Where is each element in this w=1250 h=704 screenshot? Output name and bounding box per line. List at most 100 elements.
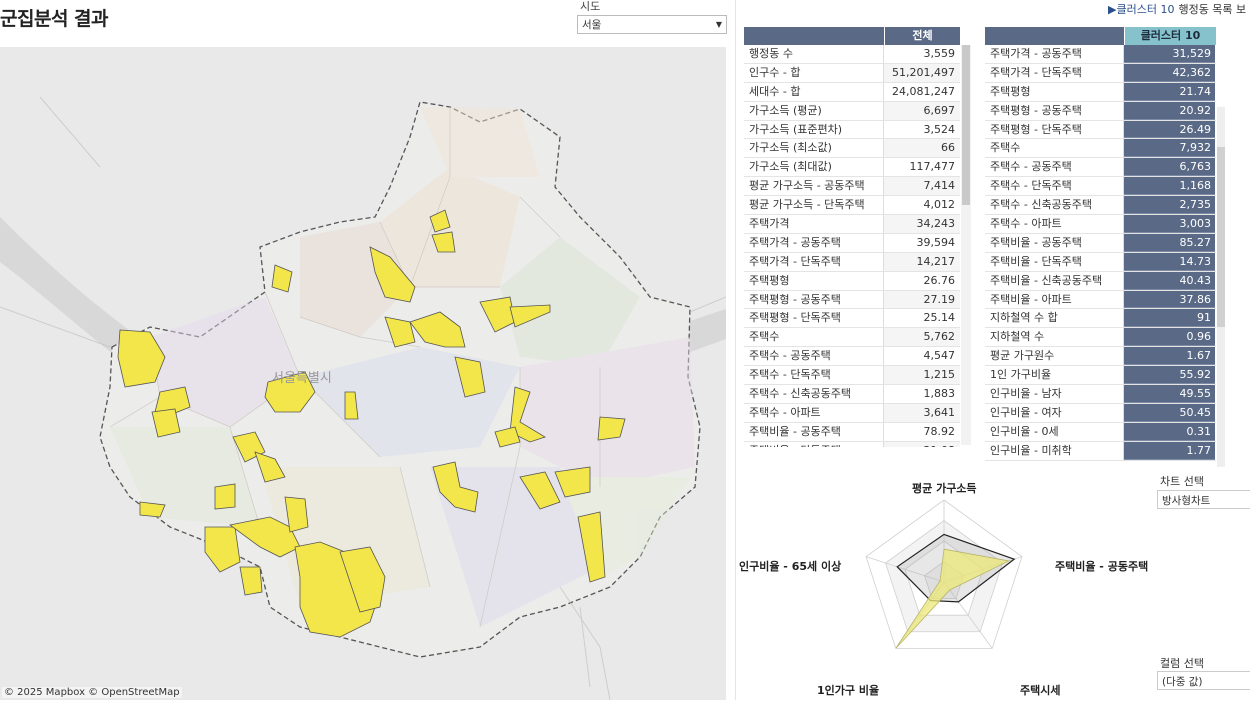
table-row[interactable]: 주택수 - 아파트 3,003 [985, 215, 1216, 234]
table-row[interactable]: 주택수 - 아파트 3,641 [744, 403, 960, 423]
table-row[interactable]: 주택비율 - 신축공동주택 40.43 [985, 271, 1216, 291]
row-label: 주택비율 - 신축공동주택 [985, 271, 1124, 290]
row-label: 주택가격 - 공동주택 [985, 45, 1124, 63]
row-value: 50.45 [1124, 403, 1215, 422]
table-row[interactable]: 주택수 - 단독주택 1,168 [985, 177, 1216, 197]
overall-header: 전체 [885, 27, 960, 45]
table-row[interactable]: 세대수 - 합 24,081,247 [744, 82, 960, 102]
row-label: 주택비율 - 아파트 [985, 290, 1124, 309]
row-label: 가구소득 (평균) [744, 101, 884, 120]
row-value: 85.27 [1124, 233, 1215, 252]
table-row[interactable]: 지하철역 수 합 91 [985, 309, 1216, 329]
row-label: 주택비율 - 단독주택 [985, 252, 1124, 271]
radar-axis-label: 주택비율 - 공동주택 [1055, 560, 1149, 573]
row-value: 14,217 [916, 254, 956, 268]
table-row[interactable]: 주택비율 - 아파트 37.86 [985, 290, 1216, 310]
table-row[interactable]: 주택가격 - 단독주택 42,362 [985, 63, 1216, 83]
row-label: 주택평형 [985, 82, 1124, 101]
row-label: 인구비율 - 0세 [985, 422, 1124, 441]
table-row[interactable]: 인구비율 - 0세 0.31 [985, 422, 1216, 442]
table-row[interactable]: 주택평형 - 공동주택 27.19 [744, 290, 960, 310]
table-row[interactable]: 가구소득 (표준편차) 3,524 [744, 120, 960, 140]
row-label: 주택비율 - 공동주택 [985, 233, 1124, 252]
table-row[interactable]: 주택가격 - 단독주택 14,217 [744, 252, 960, 272]
table-row[interactable]: 주택수 - 단독주택 1,215 [744, 366, 960, 386]
row-label: 주택가격 - 단독주택 [744, 252, 884, 271]
cluster-table-body: 주택가격 - 공동주택 31,529 주택가격 - 단독주택 42,362 주택평형 21… [985, 45, 1216, 461]
table-row[interactable]: 가구소득 (최대값) 117,477 [744, 158, 960, 178]
table-row[interactable]: 주택비율 - 공동주택 78.92 [744, 422, 960, 442]
table-row[interactable]: 가구소득 (최소값) 66 [744, 139, 960, 159]
table-row[interactable]: 평균 가구원수 1.67 [985, 347, 1216, 367]
row-value: 25.14 [923, 311, 956, 325]
row-label: 주택수 - 신축공동주택 [744, 385, 884, 403]
table-row[interactable]: 지하철역 수 0.96 [985, 328, 1216, 348]
radar-axis-label: 평균 가구소득 [912, 482, 977, 495]
scrollbar-thumb[interactable] [962, 45, 970, 205]
table-row[interactable]: 1인 가구비율 55.92 [985, 366, 1216, 386]
row-value: 21.74 [1124, 82, 1215, 101]
map-view[interactable]: 서울특별시 © 2025 Mapbox © OpenStreetMap [0, 47, 726, 700]
row-value: 26.49 [1124, 120, 1215, 139]
seoul-map: 서울특별시 [0, 96, 726, 700]
table-row[interactable]: 주택수 - 공동주택 6,763 [985, 158, 1216, 178]
row-label: 주택평형 - 공동주택 [744, 290, 884, 309]
table-row[interactable]: 주택가격 - 공동주택 31,529 [985, 45, 1216, 64]
map-attribution[interactable]: © 2025 Mapbox © OpenStreetMap [2, 687, 182, 698]
row-value: 0.96 [1124, 328, 1215, 347]
row-value: 66 [941, 141, 955, 155]
sido-dropdown[interactable]: 서울 ▼ [577, 15, 727, 34]
table-row[interactable]: 인구비율 - 여자 50.45 [985, 403, 1216, 423]
table-row[interactable]: 주택비율 - 단독주택 14.73 [985, 252, 1216, 272]
row-label: 가구소득 (최대값) [744, 158, 884, 177]
row-value: 31,529 [1124, 45, 1215, 63]
cluster-table-scrollbar[interactable] [1217, 107, 1225, 467]
table-row[interactable]: 가구소득 (평균) 6,697 [744, 101, 960, 121]
table-row[interactable]: 행정동 수 3,559 [744, 45, 960, 64]
table-row[interactable]: 주택평형 21.74 [985, 82, 1216, 102]
row-label: 지하철역 수 합 [985, 309, 1124, 328]
row-label: 주택수 - 단독주택 [985, 177, 1124, 196]
row-label: 주택비율 - 공동주택 [744, 422, 884, 441]
table-row[interactable]: 주택가격 34,243 [744, 215, 960, 234]
table-row[interactable]: 주택비율 - 단독주택21.08 [744, 441, 960, 447]
chart-select-dropdown[interactable]: 방사형차트 [1157, 490, 1250, 509]
column-select-dropdown[interactable]: (다중 값) [1157, 671, 1250, 690]
table-row[interactable]: 주택가격 - 공동주택 39,594 [744, 233, 960, 253]
table-row[interactable]: 평균 가구소득 - 공동주택 7,414 [744, 177, 960, 197]
table-row[interactable]: 주택평형 - 공동주택 20.92 [985, 101, 1216, 121]
table-row[interactable]: 주택평형 26.76 [744, 271, 960, 291]
table-row[interactable]: 주택수 - 신축공동주택 1,883 [744, 385, 960, 404]
table-row[interactable]: 평균 가구소득 - 단독주택 4,012 [744, 196, 960, 216]
table-row[interactable]: 주택수 5,762 [744, 328, 960, 348]
row-value: 21.08 [884, 442, 959, 447]
table-row[interactable]: 주택수 - 신축공동주택 2,735 [985, 196, 1216, 216]
overall-stats-table: 전체 행정동 수 3,559 인구수 - 합 51,201,497 세대수 - 합 24,… [744, 27, 976, 447]
row-label: 세대수 - 합 [744, 82, 884, 101]
table-row[interactable]: 인구비율 - 남자 49.55 [985, 385, 1216, 404]
row-label: 주택수 - 신축공동주택 [985, 196, 1124, 215]
column-select-label: 컬럼 선택 [1160, 657, 1204, 670]
overall-header-blank [744, 27, 884, 45]
row-value: 7,932 [1124, 139, 1215, 158]
row-value: 39,594 [916, 235, 956, 249]
cluster-header: 클러스터 10 [1125, 27, 1216, 45]
row-value: 1.77 [1124, 441, 1215, 460]
row-value: 6,763 [1124, 158, 1215, 177]
scrollbar-thumb[interactable] [1217, 147, 1225, 327]
row-label: 평균 가구원수 [985, 347, 1124, 366]
table-row[interactable]: 주택평형 - 단독주택 25.14 [744, 309, 960, 329]
row-label: 주택수 - 공동주택 [744, 347, 884, 366]
row-value: 1,883 [923, 387, 956, 401]
overall-table-scrollbar[interactable] [961, 45, 971, 445]
row-value: 14.73 [1124, 252, 1215, 271]
table-row[interactable]: 인구수 - 합 51,201,497 [744, 63, 960, 83]
row-value: 3,559 [923, 47, 956, 60]
row-value: 42,362 [1124, 63, 1215, 82]
table-row[interactable]: 주택평형 - 단독주택 26.49 [985, 120, 1216, 140]
cluster-district-list-link[interactable]: ▶클러스터 10 행정동 목록 보 [1108, 1, 1246, 17]
table-row[interactable]: 주택수 - 공동주택 4,547 [744, 347, 960, 367]
table-row[interactable]: 인구비율 - 미취학 1.77 [985, 441, 1216, 461]
table-row[interactable]: 주택수 7,932 [985, 139, 1216, 159]
table-row[interactable]: 주택비율 - 공동주택 85.27 [985, 233, 1216, 253]
